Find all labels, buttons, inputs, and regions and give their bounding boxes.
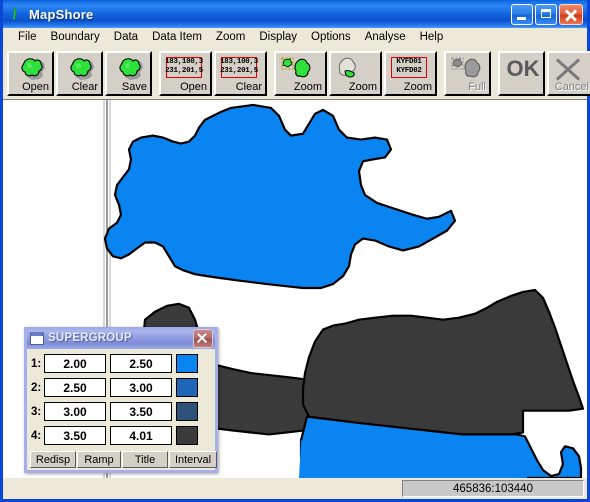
- supergroup-interval-list: 1: 2: 3: 4:: [27, 349, 215, 450]
- data-icon-line-2: KYFD02: [396, 67, 422, 75]
- data-icon-line-1: 183,100,3: [165, 58, 203, 66]
- ramp-button[interactable]: Ramp: [77, 451, 121, 468]
- map-region-north[interactable]: [103, 103, 457, 290]
- ok-icon: OK: [506, 55, 540, 81]
- toolbar-button-label: Zoom: [403, 80, 432, 93]
- toolbar-button-label: Zoom: [348, 80, 377, 93]
- close-icon[interactable]: [193, 328, 213, 348]
- redisp-button[interactable]: Redisp: [30, 451, 76, 468]
- supergroup-button-row: Redisp Ramp Title Interval: [27, 450, 217, 470]
- supergroup-title: SUPERGROUP: [48, 332, 132, 344]
- title-button[interactable]: Title: [122, 451, 168, 468]
- data-icon-line-1: 183,100,3: [220, 58, 258, 66]
- interval-index: 3:: [31, 405, 42, 418]
- menu-options[interactable]: Options: [304, 30, 358, 45]
- zoom-full-icon: [450, 56, 488, 82]
- menu-data-item[interactable]: Data Item: [145, 30, 209, 45]
- maximize-icon[interactable]: [535, 3, 557, 25]
- menu-analyse[interactable]: Analyse: [358, 30, 413, 45]
- supergroup-titlebar: SUPERGROUP: [27, 327, 215, 349]
- menubar: File Boundary Data Data Item Zoom Displa…: [3, 28, 587, 47]
- interval-min-input[interactable]: [44, 354, 106, 373]
- interval-min-input[interactable]: [44, 402, 106, 421]
- zoom-out-shape-icon: [335, 56, 373, 82]
- data-icon-line-2: 231,201,5: [220, 67, 258, 75]
- boundary-clear-icon: [62, 56, 100, 82]
- interval-index: 4:: [31, 429, 42, 442]
- boundary-save-icon: [111, 56, 149, 82]
- toolbar-button-label: Clear: [71, 80, 98, 93]
- interval-row: 4:: [30, 424, 212, 447]
- toolbar-button-label: Open: [22, 80, 49, 93]
- data-icon-line-2: 231,201,5: [165, 67, 203, 75]
- menu-zoom[interactable]: Zoom: [209, 30, 252, 45]
- toolbar-zoom-out-button[interactable]: Zoom: [329, 50, 382, 96]
- toolbar-ok-button[interactable]: OK: [498, 50, 545, 96]
- toolbar-button-label: Save: [121, 80, 147, 93]
- toolbar-cancel-button[interactable]: Cancel: [547, 50, 590, 96]
- interval-min-input[interactable]: [44, 426, 106, 445]
- interval-button[interactable]: Interval: [169, 451, 217, 468]
- toolbar: Open Clear Save 183,100,3 231,201,5 Open…: [3, 47, 590, 99]
- interval-color-swatch[interactable]: [176, 402, 198, 421]
- interval-row: 1:: [30, 352, 212, 375]
- cancel-icon: [553, 55, 583, 83]
- toolbar-data-open-button[interactable]: 183,100,3 231,201,5 Open: [159, 50, 212, 96]
- supergroup-dialog: SUPERGROUP 1: 2: 3:: [24, 327, 218, 473]
- interval-row: 3:: [30, 400, 212, 423]
- menu-data[interactable]: Data: [107, 30, 145, 45]
- zoom-dataitem-icon: KYFD01 KYFD02: [391, 56, 427, 78]
- mapshore-logo-icon: [8, 6, 24, 22]
- data-clear-icon: 183,100,3 231,201,5: [220, 56, 258, 78]
- interval-color-swatch[interactable]: [176, 426, 198, 445]
- menu-display[interactable]: Display: [252, 30, 304, 45]
- toolbar-button-label: Zoom: [293, 80, 322, 93]
- interval-row: 2:: [30, 376, 212, 399]
- toolbar-boundary-open-button[interactable]: Open: [7, 50, 54, 96]
- toolbar-zoom-full-button[interactable]: Full: [444, 50, 491, 96]
- toolbar-button-label: Full: [468, 80, 486, 93]
- map-region-east[interactable]: [301, 288, 585, 436]
- interval-color-swatch[interactable]: [176, 354, 198, 373]
- application-window: MapShore File Boundary Data Data Item Zo…: [0, 0, 590, 502]
- interval-min-input[interactable]: [44, 378, 106, 397]
- interval-max-input[interactable]: [110, 402, 172, 421]
- toolbar-button-label: Clear: [235, 80, 262, 93]
- interval-max-input[interactable]: [110, 426, 172, 445]
- window-icon: [30, 331, 44, 345]
- interval-index: 2:: [31, 381, 42, 394]
- interval-max-input[interactable]: [110, 378, 172, 397]
- menu-boundary[interactable]: Boundary: [44, 30, 107, 45]
- data-icon-line-1: KYFD01: [396, 58, 422, 66]
- interval-max-input[interactable]: [110, 354, 172, 373]
- status-coordinates: 465836:103440: [402, 480, 584, 497]
- window-titlebar: MapShore: [3, 0, 587, 28]
- window-title: MapShore: [29, 6, 94, 22]
- map-region-southeast-extension: [299, 436, 527, 478]
- menu-help[interactable]: Help: [413, 30, 451, 45]
- statusbar: 465836:103440: [3, 478, 587, 499]
- toolbar-boundary-save-button[interactable]: Save: [105, 50, 152, 96]
- interval-color-swatch[interactable]: [176, 378, 198, 397]
- caption-button-group: [511, 3, 585, 25]
- boundary-open-icon: [13, 56, 51, 82]
- close-icon[interactable]: [559, 3, 583, 25]
- toolbar-button-label: Open: [180, 80, 207, 93]
- toolbar-data-clear-button[interactable]: 183,100,3 231,201,5 Clear: [214, 50, 267, 96]
- zoom-in-shape-icon: [280, 56, 318, 82]
- menu-file[interactable]: File: [11, 30, 44, 45]
- toolbar-boundary-clear-button[interactable]: Clear: [56, 50, 103, 96]
- data-open-icon: 183,100,3 231,201,5: [165, 56, 203, 78]
- toolbar-zoom-in-button[interactable]: Zoom: [274, 50, 327, 96]
- toolbar-button-label: Cancel: [554, 80, 589, 93]
- interval-index: 1:: [31, 357, 42, 370]
- minimize-icon[interactable]: [511, 3, 533, 25]
- toolbar-zoom-dataitem-button[interactable]: KYFD01 KYFD02 Zoom: [384, 50, 437, 96]
